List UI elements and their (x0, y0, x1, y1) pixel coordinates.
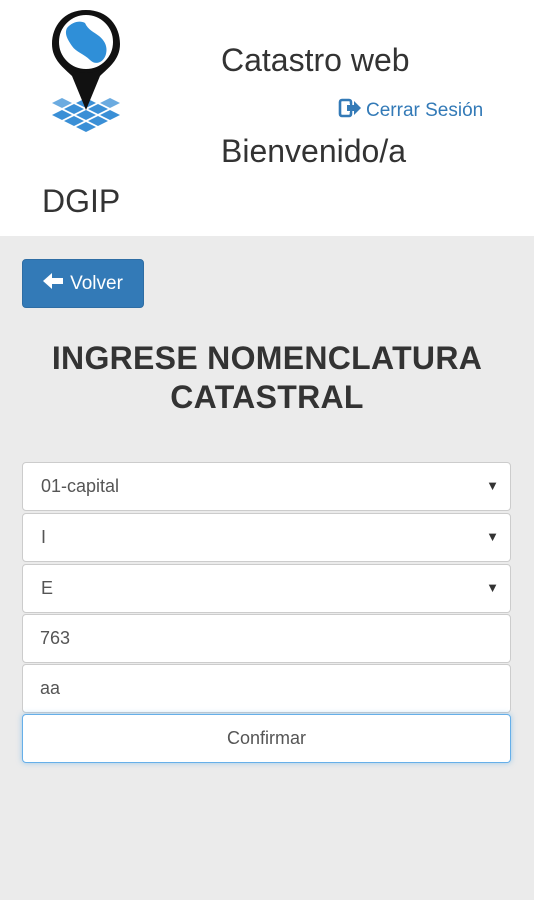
department-select[interactable]: 01-capital ▼ (22, 462, 511, 511)
department-select-value: 01-capital (41, 476, 120, 496)
app-title: Catastro web (221, 42, 410, 78)
main-panel: Volver INGRESE NOMENCLATURA CATASTRAL 01… (0, 236, 534, 900)
back-button[interactable]: Volver (22, 259, 144, 308)
caret-down-icon: ▼ (486, 478, 499, 493)
sign-out-icon (338, 97, 362, 125)
back-button-label: Volver (70, 272, 123, 294)
page-title-line-2: CATASTRAL (170, 379, 364, 415)
caret-down-icon: ▼ (486, 529, 499, 544)
caret-down-icon: ▼ (486, 580, 499, 595)
parcel-input-value: aa (40, 678, 61, 698)
logout-link[interactable]: Cerrar Sesión (338, 97, 483, 125)
page-title-line-1: INGRESE NOMENCLATURA (51, 340, 483, 376)
confirm-button[interactable]: Confirmar (22, 714, 511, 763)
section-select[interactable]: I ▼ (22, 513, 511, 562)
welcome-text: Bienvenido/a (221, 133, 407, 169)
logout-label: Cerrar Sesión (366, 100, 484, 121)
arrow-left-icon (43, 272, 65, 296)
map-pin-logo-icon (36, 2, 136, 142)
page-title: INGRESE NOMENCLATURA CATASTRAL (0, 339, 534, 417)
app-header: Catastro web Cerrar Sesión Bienvenido/a … (0, 0, 534, 236)
section-select-value: I (41, 527, 47, 547)
type-select-value: E (41, 578, 54, 598)
number-input-value: 763 (40, 628, 71, 648)
confirm-button-label: Confirmar (226, 728, 306, 748)
parcel-input[interactable]: aa (22, 664, 511, 713)
number-input[interactable]: 763 (22, 614, 511, 663)
type-select[interactable]: E ▼ (22, 564, 511, 613)
organization-name: DGIP (42, 183, 121, 219)
